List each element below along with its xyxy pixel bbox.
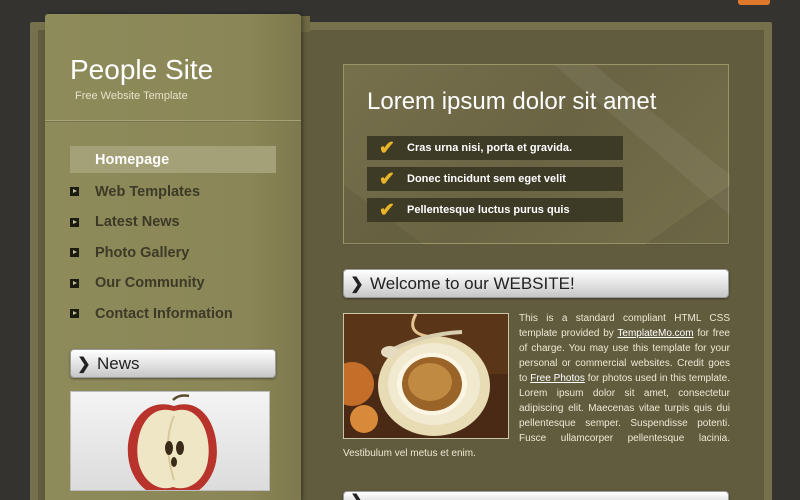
arrow-bullet-icon — [70, 309, 79, 319]
top-orange-button[interactable] — [738, 0, 770, 5]
feature-item: ✔ Pellentesque luctus purus quis — [367, 198, 623, 222]
free-photos-link[interactable]: Free Photos — [530, 373, 585, 384]
arrow-bullet-icon — [70, 278, 79, 288]
check-icon: ✔ — [379, 137, 395, 159]
site-title[interactable]: People Site — [70, 54, 213, 86]
nav-item-homepage[interactable]: Homepage — [70, 146, 276, 173]
arrow-bullet-icon — [70, 217, 79, 227]
check-icon: ✔ — [379, 168, 395, 190]
nav-item-our-community[interactable]: Our Community — [70, 268, 276, 299]
chevron-right-icon: ❯ — [77, 355, 91, 373]
templatemo-link[interactable]: TemplateMo.com — [617, 328, 693, 339]
nav-item-label: Our Community — [95, 275, 205, 292]
nav-item-label: Photo Gallery — [95, 244, 190, 261]
apple-image — [70, 391, 270, 491]
chevron-right-icon: ❯ — [344, 491, 370, 500]
check-icon: ✔ — [379, 199, 395, 221]
arrow-bullet-icon — [70, 248, 79, 258]
coffee-image — [343, 313, 509, 439]
arrow-bullet-icon — [70, 187, 79, 197]
welcome-heading-label: Welcome to our WEBSITE! — [370, 273, 575, 293]
sidebar-divider — [45, 120, 301, 122]
feature-item-label: Pellentesque luctus purus quis — [407, 204, 570, 216]
feature-item: ✔ Cras urna nisi, porta et gravida. — [367, 136, 623, 160]
news-heading: ❯ News — [70, 349, 276, 378]
banner-title: Lorem ipsum dolor sit amet — [367, 88, 657, 115]
site-subtitle: Free Website Template — [75, 90, 188, 102]
feature-item: ✔ Donec tincidunt sem eget velit — [367, 167, 623, 191]
feature-list: ✔ Cras urna nisi, porta et gravida. ✔ Do… — [367, 136, 623, 229]
next-section-heading: ❯ — [343, 491, 729, 500]
chevron-right-icon: ❯ — [350, 275, 364, 293]
nav-item-label: Contact Information — [95, 305, 233, 322]
nav-item-label: Latest News — [95, 214, 180, 231]
nav-item-contact-information[interactable]: Contact Information — [70, 299, 276, 330]
main-nav: Homepage Web Templates Latest News Photo… — [70, 146, 276, 329]
nav-item-web-templates[interactable]: Web Templates — [70, 177, 276, 208]
welcome-heading: ❯ Welcome to our WEBSITE! — [343, 269, 729, 298]
nav-item-label: Homepage — [95, 151, 170, 168]
feature-item-label: Cras urna nisi, porta et gravida. — [407, 142, 573, 154]
nav-item-latest-news[interactable]: Latest News — [70, 207, 276, 238]
nav-item-photo-gallery[interactable]: Photo Gallery — [70, 238, 276, 269]
nav-item-label: Web Templates — [95, 183, 201, 200]
feature-item-label: Donec tincidunt sem eget velit — [407, 173, 566, 185]
news-heading-label: News — [97, 353, 140, 373]
